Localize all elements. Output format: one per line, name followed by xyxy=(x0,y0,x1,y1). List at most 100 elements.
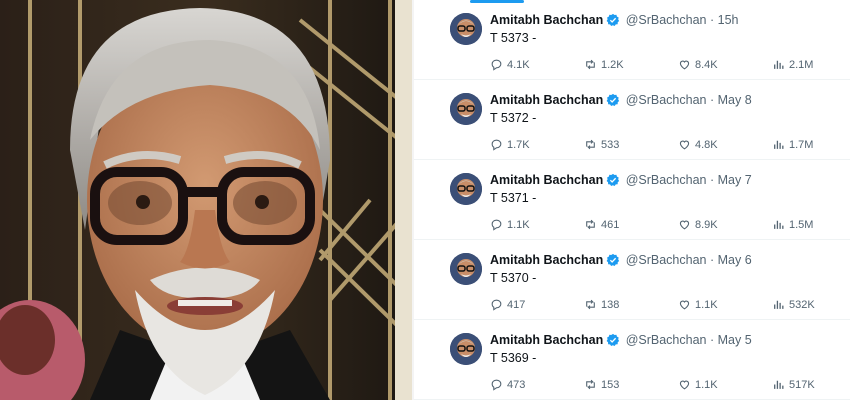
dot-separator: · xyxy=(709,333,715,347)
like-button[interactable]: 4.8K xyxy=(678,138,718,151)
views-button[interactable]: 532K xyxy=(772,298,815,311)
author-handle[interactable]: @SrBachchan xyxy=(626,253,707,267)
tweet-time[interactable]: May 5 xyxy=(718,333,752,347)
tweet-text: T 5371 - xyxy=(490,191,537,205)
reply-count: 417 xyxy=(507,298,526,311)
tweet-time[interactable]: May 8 xyxy=(718,93,752,107)
tweet-time[interactable]: May 6 xyxy=(718,253,752,267)
author-handle[interactable]: @SrBachchan xyxy=(626,13,707,27)
retweet-button[interactable]: 1.2K xyxy=(584,58,624,71)
tweet[interactable]: Amitabh Bachchan @SrBachchan · May 8 T 5… xyxy=(414,80,850,160)
avatar[interactable] xyxy=(450,173,482,205)
views-chart-icon xyxy=(774,220,784,229)
portrait-photo xyxy=(0,0,412,400)
like-count: 1.1K xyxy=(695,378,718,391)
retweet-button[interactable]: 138 xyxy=(584,298,619,311)
like-count: 8.9K xyxy=(695,218,718,231)
views-button[interactable]: 517K xyxy=(772,378,815,391)
reply-count: 4.1K xyxy=(507,58,530,71)
retweet-count: 153 xyxy=(601,378,620,391)
retweet-count: 461 xyxy=(601,218,620,231)
reply-icon xyxy=(491,139,502,151)
dot-separator: · xyxy=(709,93,715,107)
like-count: 8.4K xyxy=(695,58,718,71)
tweet-header: Amitabh Bachchan @SrBachchan · May 6 xyxy=(490,252,752,271)
reply-count: 473 xyxy=(507,378,526,391)
reply-button[interactable]: 473 xyxy=(490,378,525,391)
tweet-text: T 5372 - xyxy=(490,111,537,125)
reply-icon xyxy=(491,219,502,231)
like-button[interactable]: 8.9K xyxy=(678,218,718,231)
author-handle[interactable]: @SrBachchan xyxy=(626,93,707,107)
portrait-illustration xyxy=(0,0,412,400)
views-count: 517K xyxy=(789,378,815,391)
like-button[interactable]: 1.1K xyxy=(678,298,718,311)
verified-badge-icon xyxy=(606,333,620,351)
views-button[interactable]: 2.1M xyxy=(772,58,813,71)
tweet-feed[interactable]: Amitabh Bachchan @SrBachchan · 15h T 537… xyxy=(414,0,850,400)
heart-icon xyxy=(679,220,690,230)
tweet[interactable]: Amitabh Bachchan @SrBachchan · May 6 T 5… xyxy=(414,240,850,320)
retweet-icon xyxy=(586,219,595,230)
views-button[interactable]: 1.5M xyxy=(772,218,813,231)
dot-separator: · xyxy=(709,13,715,27)
views-count: 1.5M xyxy=(789,218,814,231)
like-button[interactable]: 8.4K xyxy=(678,58,718,71)
retweet-count: 138 xyxy=(601,298,620,311)
views-count: 2.1M xyxy=(789,58,814,71)
tweet-actions: 1.7K 533 4.8K 1.7M xyxy=(490,138,820,154)
tweet-actions: 473 153 1.1K 517K xyxy=(490,378,820,394)
verified-badge-icon xyxy=(606,173,620,191)
reply-button[interactable]: 4.1K xyxy=(490,58,530,71)
reply-icon xyxy=(491,59,502,71)
tweet-time[interactable]: May 7 xyxy=(718,173,752,187)
retweet-icon xyxy=(586,139,595,150)
reply-button[interactable]: 1.1K xyxy=(490,218,530,231)
views-chart-icon xyxy=(774,380,784,389)
retweet-count: 533 xyxy=(601,138,620,151)
tweet-header: Amitabh Bachchan @SrBachchan · 15h xyxy=(490,12,739,31)
like-count: 1.1K xyxy=(695,298,718,311)
author-handle[interactable]: @SrBachchan xyxy=(626,173,707,187)
author-name[interactable]: Amitabh Bachchan xyxy=(490,253,603,267)
tweet-text: T 5369 - xyxy=(490,351,537,365)
retweet-button[interactable]: 533 xyxy=(584,138,619,151)
reply-count: 1.7K xyxy=(507,138,530,151)
tweet-time[interactable]: 15h xyxy=(718,13,739,27)
avatar[interactable] xyxy=(450,253,482,285)
reply-icon xyxy=(491,299,502,311)
reply-icon xyxy=(491,379,502,391)
avatar[interactable] xyxy=(450,93,482,125)
tweet-header: Amitabh Bachchan @SrBachchan · May 8 xyxy=(490,92,752,111)
retweet-button[interactable]: 153 xyxy=(584,378,619,391)
tweet[interactable]: Amitabh Bachchan @SrBachchan · May 7 T 5… xyxy=(414,160,850,240)
views-button[interactable]: 1.7M xyxy=(772,138,813,151)
author-name[interactable]: Amitabh Bachchan xyxy=(490,13,603,27)
avatar[interactable] xyxy=(450,13,482,45)
tweet[interactable]: Amitabh Bachchan @SrBachchan · 15h T 537… xyxy=(414,0,850,80)
heart-icon xyxy=(679,300,690,310)
views-count: 1.7M xyxy=(789,138,814,151)
reply-button[interactable]: 417 xyxy=(490,298,525,311)
verified-badge-icon xyxy=(606,13,620,31)
reply-button[interactable]: 1.7K xyxy=(490,138,530,151)
tweet-header: Amitabh Bachchan @SrBachchan · May 7 xyxy=(490,172,752,191)
verified-badge-icon xyxy=(606,253,620,271)
tweet[interactable]: Amitabh Bachchan @SrBachchan · May 5 T 5… xyxy=(414,320,850,400)
tweet-actions: 4.1K 1.2K 8.4K 2.1M xyxy=(490,58,820,74)
verified-badge-icon xyxy=(606,93,620,111)
views-chart-icon xyxy=(774,60,784,69)
author-name[interactable]: Amitabh Bachchan xyxy=(490,93,603,107)
like-count: 4.8K xyxy=(695,138,718,151)
like-button[interactable]: 1.1K xyxy=(678,378,718,391)
author-name[interactable]: Amitabh Bachchan xyxy=(490,173,603,187)
heart-icon xyxy=(679,380,690,390)
views-chart-icon xyxy=(774,140,784,149)
avatar[interactable] xyxy=(450,333,482,365)
dot-separator: · xyxy=(709,253,715,267)
retweet-button[interactable]: 461 xyxy=(584,218,619,231)
views-count: 532K xyxy=(789,298,815,311)
heart-icon xyxy=(679,140,690,150)
author-name[interactable]: Amitabh Bachchan xyxy=(490,333,603,347)
author-handle[interactable]: @SrBachchan xyxy=(626,333,707,347)
